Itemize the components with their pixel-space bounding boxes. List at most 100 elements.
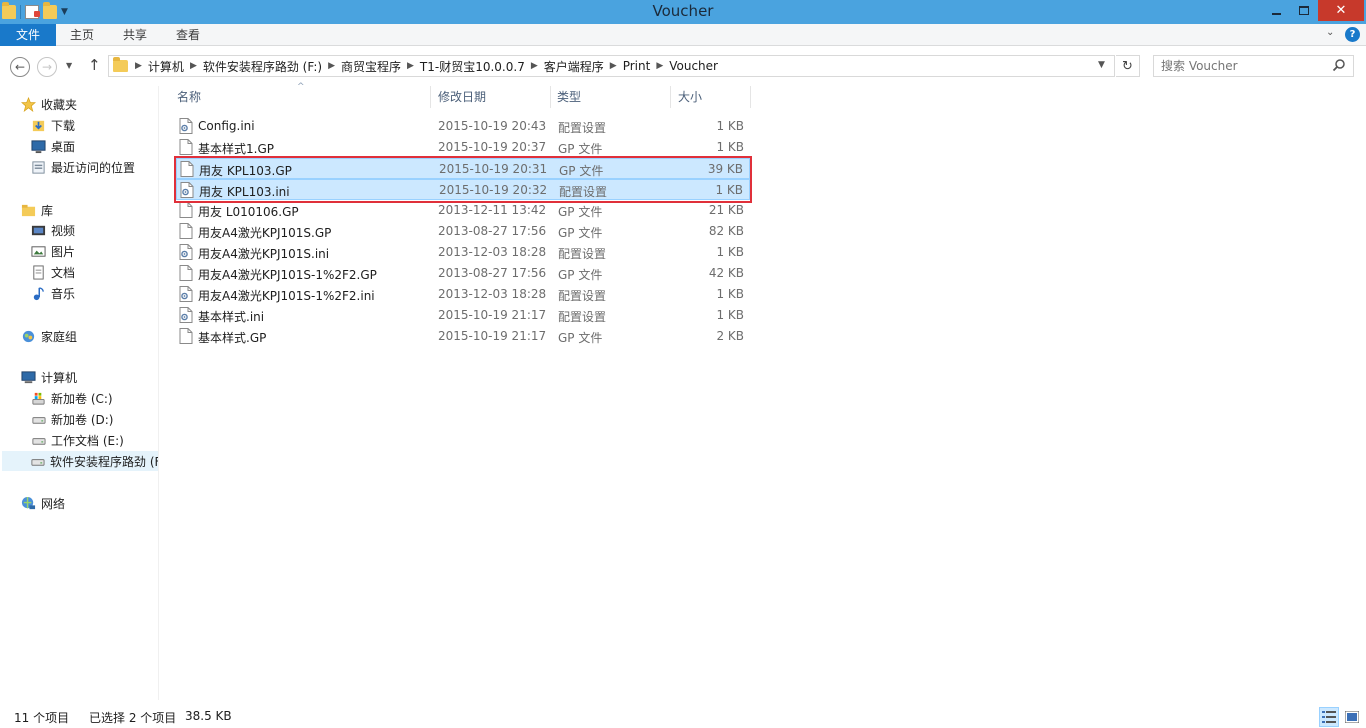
table-row[interactable]: 用友A4激光KPJ101S.GP 2013-08-27 17:56 GP 文件 82 … [176,221,750,242]
nav-label: 收藏夹 [41,97,78,112]
settings-file-icon [179,307,193,323]
close-icon: ✕ [1335,3,1347,18]
details-view-icon [1322,711,1336,723]
drive-icon [30,411,46,427]
nav-network[interactable]: 网络 [20,493,65,513]
highlight-box [174,156,752,203]
table-row[interactable]: 用友 L010106.GP 2013-12-11 13:42 GP 文件 21 KB [176,200,750,221]
file-modified: 2015-10-19 21:17 [438,308,547,322]
nav-item-drive-c[interactable]: 新加卷 (C:) [30,388,113,408]
table-row[interactable]: 用友A4激光KPJ101S-1%2F2.ini 2013-12-03 18:28 配… [176,284,750,305]
nav-item-recent[interactable]: 最近访问的位置 [30,157,135,177]
table-row[interactable]: 基本样式.GP 2015-10-19 21:17 GP 文件 2 KB [176,326,750,347]
file-size: 1 KB [716,308,744,322]
blank-file-icon [179,328,193,344]
tab-share[interactable]: 共享 [123,24,147,46]
library-icon [20,202,36,218]
nav-item-videos[interactable]: 视频 [30,220,75,240]
tab-view[interactable]: 查看 [176,24,200,46]
nav-favorites[interactable]: 收藏夹 [20,94,77,114]
large-icons-view-button[interactable] [1342,707,1362,727]
column-header-name[interactable]: 名称 [177,86,427,108]
column-header-modified[interactable]: 修改日期 [438,86,548,108]
file-type: GP 文件 [558,268,603,282]
forward-button[interactable]: → [37,57,57,77]
nav-label: 库 [41,203,54,218]
table-row[interactable]: 基本样式.ini 2015-10-19 21:17 配置设置 1 KB [176,305,750,326]
recent-locations-chevron-icon[interactable]: ▼ [66,61,72,70]
column-divider[interactable] [550,86,551,108]
nav-label: 家庭组 [41,329,78,344]
up-arrow-icon[interactable]: ↑ [88,56,101,74]
pane-divider[interactable] [158,86,159,700]
back-button[interactable]: ← [10,57,30,77]
file-name: 用友A4激光KPJ101S-1%2F2.ini [198,289,375,303]
nav-item-documents[interactable]: 文档 [30,262,75,282]
column-divider[interactable] [670,86,671,108]
breadcrumb-computer[interactable]: 计算机 [145,58,187,75]
details-view-button[interactable] [1319,707,1339,727]
nav-item-music[interactable]: 音乐 [30,283,75,303]
file-size: 1 KB [716,287,744,301]
table-row[interactable]: Config.ini 2015-10-19 20:43 配置设置 1 KB [176,116,750,137]
nav-item-pictures[interactable]: 图片 [30,241,75,261]
column-header-size[interactable]: 大小 [678,86,738,108]
breadcrumb-drive-f[interactable]: 软件安装程序路劲 (F:) [200,58,325,75]
breadcrumb-client[interactable]: 客户端程序 [541,58,607,75]
breadcrumb-separator-icon[interactable]: ▶ [404,61,417,71]
column-divider[interactable] [750,86,751,108]
nav-libraries[interactable]: 库 [20,200,53,220]
search-input[interactable] [1153,55,1354,77]
breadcrumb-voucher[interactable]: Voucher [666,59,721,73]
tab-home[interactable]: 主页 [70,24,94,46]
minimize-button[interactable] [1262,0,1290,21]
table-row[interactable]: 基本样式1.GP 2015-10-19 20:37 GP 文件 1 KB [176,137,750,158]
file-name: 基本样式1.GP [198,142,274,156]
table-row[interactable]: 用友A4激光KPJ101S-1%2F2.GP 2013-08-27 17:56 GP… [176,263,750,284]
breadcrumb-separator-icon[interactable]: ▶ [132,61,145,71]
nav-item-desktop[interactable]: 桌面 [30,136,75,156]
nav-label: 新加卷 (C:) [51,391,113,406]
refresh-button[interactable]: ↻ [1116,55,1140,77]
address-dropdown-chevron-icon[interactable]: ▼ [1098,60,1105,70]
file-modified: 2013-12-03 18:28 [438,245,547,259]
breadcrumb-separator-icon[interactable]: ▶ [187,61,200,71]
file-type: 配置设置 [558,289,607,303]
breadcrumb-separator-icon[interactable]: ▶ [528,61,541,71]
nav-item-drive-e[interactable]: 工作文档 (E:) [30,430,124,450]
breadcrumb-separator-icon[interactable]: ▶ [607,61,620,71]
nav-label: 新加卷 (D:) [51,412,114,427]
file-type: GP 文件 [558,142,603,156]
table-row[interactable]: 用友A4激光KPJ101S.ini 2013-12-03 18:28 配置设置 1 K… [176,242,750,263]
breadcrumb-shangmaobao[interactable]: 商贸宝程序 [338,58,404,75]
tab-file[interactable]: 文件 [0,24,56,46]
blank-file-icon [179,139,193,155]
column-header-type[interactable]: 类型 [557,86,667,108]
nav-item-drive-f[interactable]: 软件安装程序路劲 (F:) [2,451,159,471]
nav-item-downloads[interactable]: 下载 [30,115,75,135]
close-button[interactable]: ✕ [1318,0,1364,21]
file-name: 基本样式.ini [198,310,265,324]
breadcrumb-t1[interactable]: T1-财贸宝10.0.0.7 [417,58,528,75]
column-divider[interactable] [430,86,431,108]
file-size: 1 KB [716,245,744,259]
maximize-button[interactable] [1290,0,1318,21]
nav-label: 音乐 [51,286,76,301]
search-icon[interactable] [1332,58,1346,72]
folder-icon [113,57,128,72]
nav-label: 计算机 [41,370,78,385]
maximize-icon [1299,6,1309,15]
help-icon[interactable]: ? [1345,27,1360,42]
breadcrumb-separator-icon[interactable]: ▶ [653,61,666,71]
file-modified: 2013-12-03 18:28 [438,287,547,301]
file-modified: 2013-08-27 17:56 [438,224,547,238]
breadcrumb-print[interactable]: Print [620,59,654,73]
video-icon [30,222,46,238]
file-type: 配置设置 [558,247,607,261]
address-bar[interactable]: ▶ 计算机 ▶ 软件安装程序路劲 (F:) ▶ 商贸宝程序 ▶ T1-财贸宝10… [108,55,1115,77]
nav-computer[interactable]: 计算机 [20,367,77,387]
expand-ribbon-chevron-icon[interactable]: ⌄ [1326,27,1334,38]
breadcrumb-separator-icon[interactable]: ▶ [325,61,338,71]
nav-item-drive-d[interactable]: 新加卷 (D:) [30,409,113,429]
nav-homegroup[interactable]: 家庭组 [20,326,77,346]
